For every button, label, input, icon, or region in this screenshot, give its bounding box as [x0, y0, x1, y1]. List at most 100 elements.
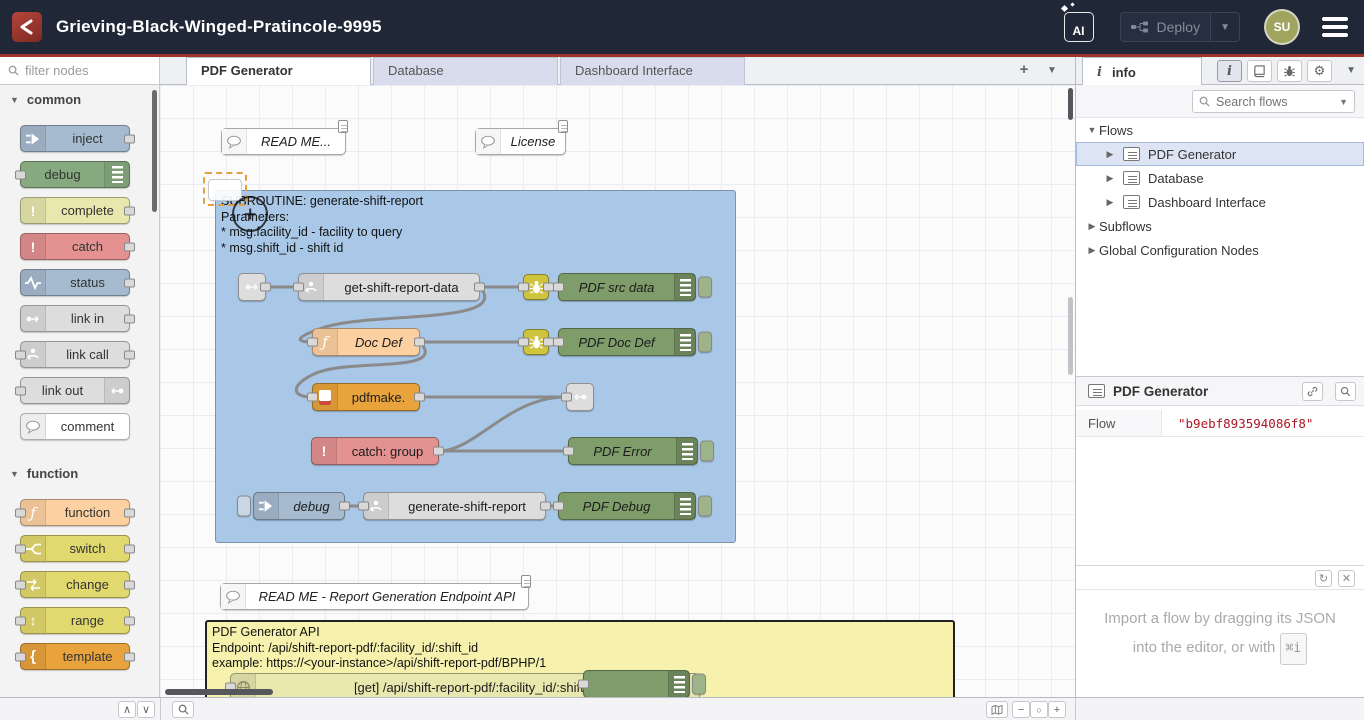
output-port[interactable]: [124, 508, 135, 517]
palette-filter[interactable]: filter nodes: [0, 57, 160, 85]
main-menu-button[interactable]: [1322, 17, 1348, 37]
palette-node-range[interactable]: ↕range: [20, 607, 130, 634]
tab-info[interactable]: iinfo: [1082, 57, 1202, 86]
output-port[interactable]: [414, 393, 425, 402]
input-port[interactable]: [578, 680, 589, 689]
debug-toggle-button[interactable]: [692, 674, 706, 695]
output-port[interactable]: [414, 338, 425, 347]
zoom-reset-button[interactable]: ○: [1030, 701, 1048, 718]
input-port[interactable]: [563, 447, 574, 456]
flow-node-pdf-error[interactable]: PDF Error: [568, 437, 698, 465]
palette-scrollbar[interactable]: [152, 90, 157, 212]
output-port[interactable]: [124, 616, 135, 625]
input-port[interactable]: [358, 502, 369, 511]
input-port[interactable]: [307, 393, 318, 402]
input-port[interactable]: [15, 544, 26, 553]
chevron-down-icon[interactable]: ▼: [1085, 125, 1099, 135]
input-port[interactable]: [15, 616, 26, 625]
palette-category-function[interactable]: ▼function: [0, 459, 159, 486]
output-port[interactable]: [124, 544, 135, 553]
flow-node-doc-def[interactable]: ƒDoc Def: [312, 328, 420, 356]
canvas-vscrollbar-thumb[interactable]: [1068, 88, 1073, 120]
search-flows-input[interactable]: [1216, 95, 1333, 109]
input-port[interactable]: [518, 283, 529, 292]
tree-item-pdf-generator[interactable]: ▶ PDF Generator: [1076, 142, 1364, 166]
input-port[interactable]: [15, 580, 26, 589]
minimap-button[interactable]: [986, 701, 1008, 718]
palette-collapse-down-button[interactable]: ∨: [137, 701, 155, 718]
output-port[interactable]: [124, 242, 135, 251]
flow-node-junction-bug-1[interactable]: [523, 274, 549, 300]
sidebar-settings-gear-button[interactable]: ⚙: [1307, 60, 1332, 82]
comment-node-read-me[interactable]: READ ME...: [221, 128, 346, 155]
search-flows-input-wrap[interactable]: ▼: [1192, 90, 1355, 113]
palette-node-link-in[interactable]: link in: [20, 305, 130, 332]
tree-item-flows[interactable]: ▼ Flows: [1076, 118, 1364, 142]
chevron-down-icon[interactable]: ▼: [1339, 97, 1348, 107]
chevron-right-icon[interactable]: ▶: [1103, 149, 1117, 160]
output-port[interactable]: [124, 350, 135, 359]
debug-toggle-button[interactable]: [698, 277, 712, 298]
flow-node-pdfmake[interactable]: pdfmake.: [312, 383, 420, 411]
zoom-out-button[interactable]: −: [1012, 701, 1030, 718]
flow-node-pdf-debug[interactable]: PDF Debug: [558, 492, 696, 520]
palette-node-switch[interactable]: switch: [20, 535, 130, 562]
debug-toggle-button[interactable]: [700, 441, 714, 462]
debug-toggle-button[interactable]: [698, 332, 712, 353]
output-port[interactable]: [540, 502, 551, 511]
chevron-right-icon[interactable]: ▶: [1085, 221, 1099, 232]
sidebar-tabs-caret[interactable]: ▼: [1346, 65, 1356, 76]
input-port[interactable]: [15, 350, 26, 359]
output-port[interactable]: [474, 283, 485, 292]
palette-node-catch[interactable]: !catch: [20, 233, 130, 260]
palette-node-link-out[interactable]: link out: [20, 377, 130, 404]
input-port[interactable]: [15, 170, 26, 179]
palette-node-inject[interactable]: inject: [20, 125, 130, 152]
flow-node-catch-group[interactable]: !catch: group: [311, 437, 439, 465]
tab-list-caret[interactable]: ▼: [1041, 61, 1063, 81]
flow-node-get-shift-report-data[interactable]: get-shift-report-data: [298, 273, 480, 301]
input-port[interactable]: [561, 393, 572, 402]
tree-item-global-configuration-nodes[interactable]: ▶ Global Configuration Nodes: [1076, 238, 1364, 262]
flow-node-generate-shift-report[interactable]: generate-shift-report: [363, 492, 546, 520]
output-port[interactable]: [433, 447, 444, 456]
input-port[interactable]: [553, 283, 564, 292]
inject-trigger-button[interactable]: [237, 496, 251, 517]
refresh-icon[interactable]: ↻: [1315, 570, 1332, 587]
copy-link-icon[interactable]: [1302, 382, 1323, 401]
zoom-in-button[interactable]: +: [1048, 701, 1066, 718]
input-port[interactable]: [15, 652, 26, 661]
palette-node-function[interactable]: ƒfunction: [20, 499, 130, 526]
palette-node-template[interactable]: {template: [20, 643, 130, 670]
palette-node-status[interactable]: status: [20, 269, 130, 296]
flow-node-pdf-src-data[interactable]: PDF src data: [558, 273, 696, 301]
flow-node-pdf-endpoint-debug[interactable]: [583, 670, 690, 697]
output-port[interactable]: [124, 206, 135, 215]
input-port[interactable]: [307, 338, 318, 347]
palette-node-change[interactable]: change: [20, 571, 130, 598]
output-port[interactable]: [339, 502, 350, 511]
add-flow-button[interactable]: +: [1013, 61, 1035, 81]
flow-canvas[interactable]: SUBROUTINE: generate-shift-report Parame…: [160, 85, 1075, 697]
debug-toggle-button[interactable]: [698, 496, 712, 517]
canvas-search-button[interactable]: [172, 701, 194, 718]
palette-node-debug[interactable]: debug: [20, 161, 130, 188]
chevron-right-icon[interactable]: ▶: [1103, 197, 1117, 208]
input-port[interactable]: [293, 283, 304, 292]
tab-dashboard-interface[interactable]: Dashboard Interface: [560, 57, 745, 85]
flow-node-junction-bug-2[interactable]: [523, 329, 549, 355]
sidebar-debug-bug-button[interactable]: [1277, 60, 1302, 82]
sidebar-info-button[interactable]: i: [1217, 60, 1242, 82]
output-port[interactable]: [124, 580, 135, 589]
tree-item-database[interactable]: ▶ Database: [1076, 166, 1364, 190]
output-port[interactable]: [124, 134, 135, 143]
deploy-button[interactable]: Deploy ▼: [1120, 12, 1241, 42]
tab-database[interactable]: Database: [373, 57, 558, 85]
canvas-vscrollbar-thumb2[interactable]: [1068, 297, 1073, 375]
output-port[interactable]: [124, 278, 135, 287]
flow-node-link-in[interactable]: [238, 273, 266, 301]
tab-pdf-generator[interactable]: PDF Generator: [186, 57, 371, 86]
search-this-icon[interactable]: [1335, 382, 1356, 401]
output-port[interactable]: [260, 283, 271, 292]
output-port[interactable]: [124, 314, 135, 323]
